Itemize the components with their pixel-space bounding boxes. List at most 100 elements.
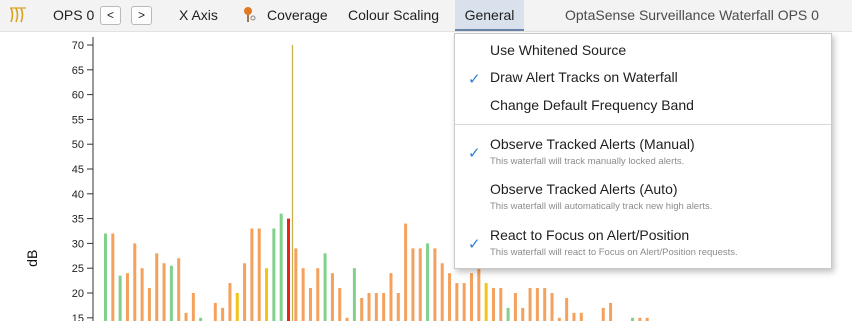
chart-bar: [162, 263, 166, 321]
chart-bar: [118, 275, 122, 321]
general-dropdown-menu: Use Whitened Source ✓ Draw Alert Tracks …: [454, 33, 832, 269]
chart-bar: [301, 268, 305, 321]
chart-bar: [125, 273, 129, 321]
chart-bar: [243, 263, 247, 321]
y-tick-label: 40: [72, 189, 84, 201]
chart-bar: [506, 307, 510, 321]
menu-item-label: Change Default Frequency Band: [490, 97, 694, 113]
chart-bar: [528, 288, 532, 321]
chart-bar: [499, 288, 503, 321]
chart-bar: [257, 228, 261, 321]
chart-bar: [323, 253, 327, 321]
y-tick-label: 55: [72, 114, 84, 126]
chart-bar: [579, 312, 583, 321]
y-axis-label: dB: [24, 250, 40, 267]
coverage-menu[interactable]: Coverage: [267, 0, 328, 31]
chart-bar: [191, 293, 195, 321]
checkmark-icon: ✓: [468, 145, 481, 162]
chart-bar: [228, 283, 232, 321]
chart-bar: [272, 228, 276, 321]
y-tick-label: 60: [72, 90, 84, 102]
chart-bar: [213, 302, 217, 321]
chart-bar: [352, 268, 356, 321]
checkmark-icon: ✓: [468, 71, 481, 88]
chart-bar: [308, 288, 312, 321]
next-channel-button[interactable]: >: [131, 6, 152, 25]
y-tick-label: 45: [72, 164, 84, 176]
y-tick-label: 35: [72, 214, 84, 226]
x-axis-menu[interactable]: X Axis: [179, 0, 218, 31]
ops-channel-label: OPS 0: [53, 7, 95, 23]
general-menu[interactable]: General: [455, 0, 524, 31]
chart-bar: [477, 268, 481, 321]
menu-separator: [455, 124, 831, 125]
map-pin-icon: [240, 0, 260, 31]
menu-item-label: React to Focus on Alert/Position: [490, 227, 690, 243]
chart-bar: [330, 273, 334, 321]
chart-bar: [550, 293, 554, 321]
chart-bar: [133, 243, 137, 321]
checkmark-icon: ✓: [468, 236, 481, 253]
chart-bar: [426, 243, 430, 321]
chart-bar: [513, 293, 517, 321]
menu-item-description: This waterfall will react to Focus on Al…: [490, 247, 738, 258]
chart-bar: [433, 248, 437, 321]
chart-bar: [265, 268, 269, 321]
chart-bar: [411, 248, 415, 321]
chart-bar: [470, 273, 473, 321]
menu-item-description: This waterfall will automatically track …: [490, 201, 713, 212]
chart-bar: [287, 218, 290, 321]
menu-item-label: Use Whitened Source: [490, 42, 627, 58]
chart-bar: [462, 283, 466, 321]
chart-bar: [565, 297, 569, 321]
chart-bar: [338, 288, 342, 321]
chart-bar: [418, 248, 422, 321]
menu-item-use-whitened-source[interactable]: Use Whitened Source: [455, 42, 831, 64]
chart-bar: [455, 283, 459, 321]
chart-bar: [491, 288, 495, 321]
chart-bar: [389, 273, 393, 321]
menu-item-observe-auto[interactable]: Observe Tracked Alerts (Auto) This water…: [455, 181, 831, 217]
chart-bar: [404, 223, 408, 321]
chart-bar: [184, 312, 188, 321]
chart-bar: [448, 273, 452, 321]
chart-bar: [155, 253, 159, 321]
chart-bar: [250, 228, 254, 321]
y-tick-label: 25: [72, 263, 84, 275]
chart-bar: [140, 268, 144, 321]
chart-bar: [609, 302, 613, 321]
colour-scaling-menu[interactable]: Colour Scaling: [348, 0, 439, 31]
chart-bar: [111, 233, 115, 321]
chart-bar: [543, 288, 547, 321]
y-tick-label: 65: [72, 65, 84, 77]
menu-item-observe-manual[interactable]: ✓ Observe Tracked Alerts (Manual) This w…: [455, 136, 831, 172]
chart-bar: [360, 297, 364, 321]
y-tick-label: 30: [72, 238, 84, 250]
waterfall-app-icon[interactable]: [9, 0, 29, 31]
menu-item-draw-alert-tracks[interactable]: ✓ Draw Alert Tracks on Waterfall: [455, 69, 831, 91]
chart-bar: [279, 213, 283, 321]
menu-item-change-frequency-band[interactable]: Change Default Frequency Band: [455, 97, 831, 119]
chart-bar: [294, 248, 298, 321]
chart-bar: [221, 307, 225, 321]
menu-item-label: Draw Alert Tracks on Waterfall: [490, 69, 678, 85]
chart-bar: [382, 293, 386, 321]
chart-bar: [572, 312, 576, 321]
chart-bar: [396, 293, 400, 321]
chart-bar: [147, 288, 151, 321]
chart-bar: [521, 307, 525, 321]
menu-item-label: Observe Tracked Alerts (Auto): [490, 181, 678, 197]
chart-bar: [367, 293, 371, 321]
window-title: OptaSense Surveillance Waterfall OPS 0: [565, 7, 819, 23]
y-tick-label: 50: [72, 139, 84, 151]
chart-bar: [374, 293, 378, 321]
chart-bar: [169, 265, 173, 321]
previous-channel-button[interactable]: <: [100, 6, 121, 25]
menu-item-react-to-focus[interactable]: ✓ React to Focus on Alert/Position This …: [455, 227, 831, 263]
menu-item-label: Observe Tracked Alerts (Manual): [490, 136, 695, 152]
chart-bar: [535, 288, 539, 321]
y-tick-label: 70: [72, 40, 84, 52]
toolbar: OPS 0 < > X Axis Coverage Colour Scaling…: [0, 0, 852, 32]
chart-bar: [177, 258, 181, 321]
y-tick-label: 15: [72, 313, 84, 321]
